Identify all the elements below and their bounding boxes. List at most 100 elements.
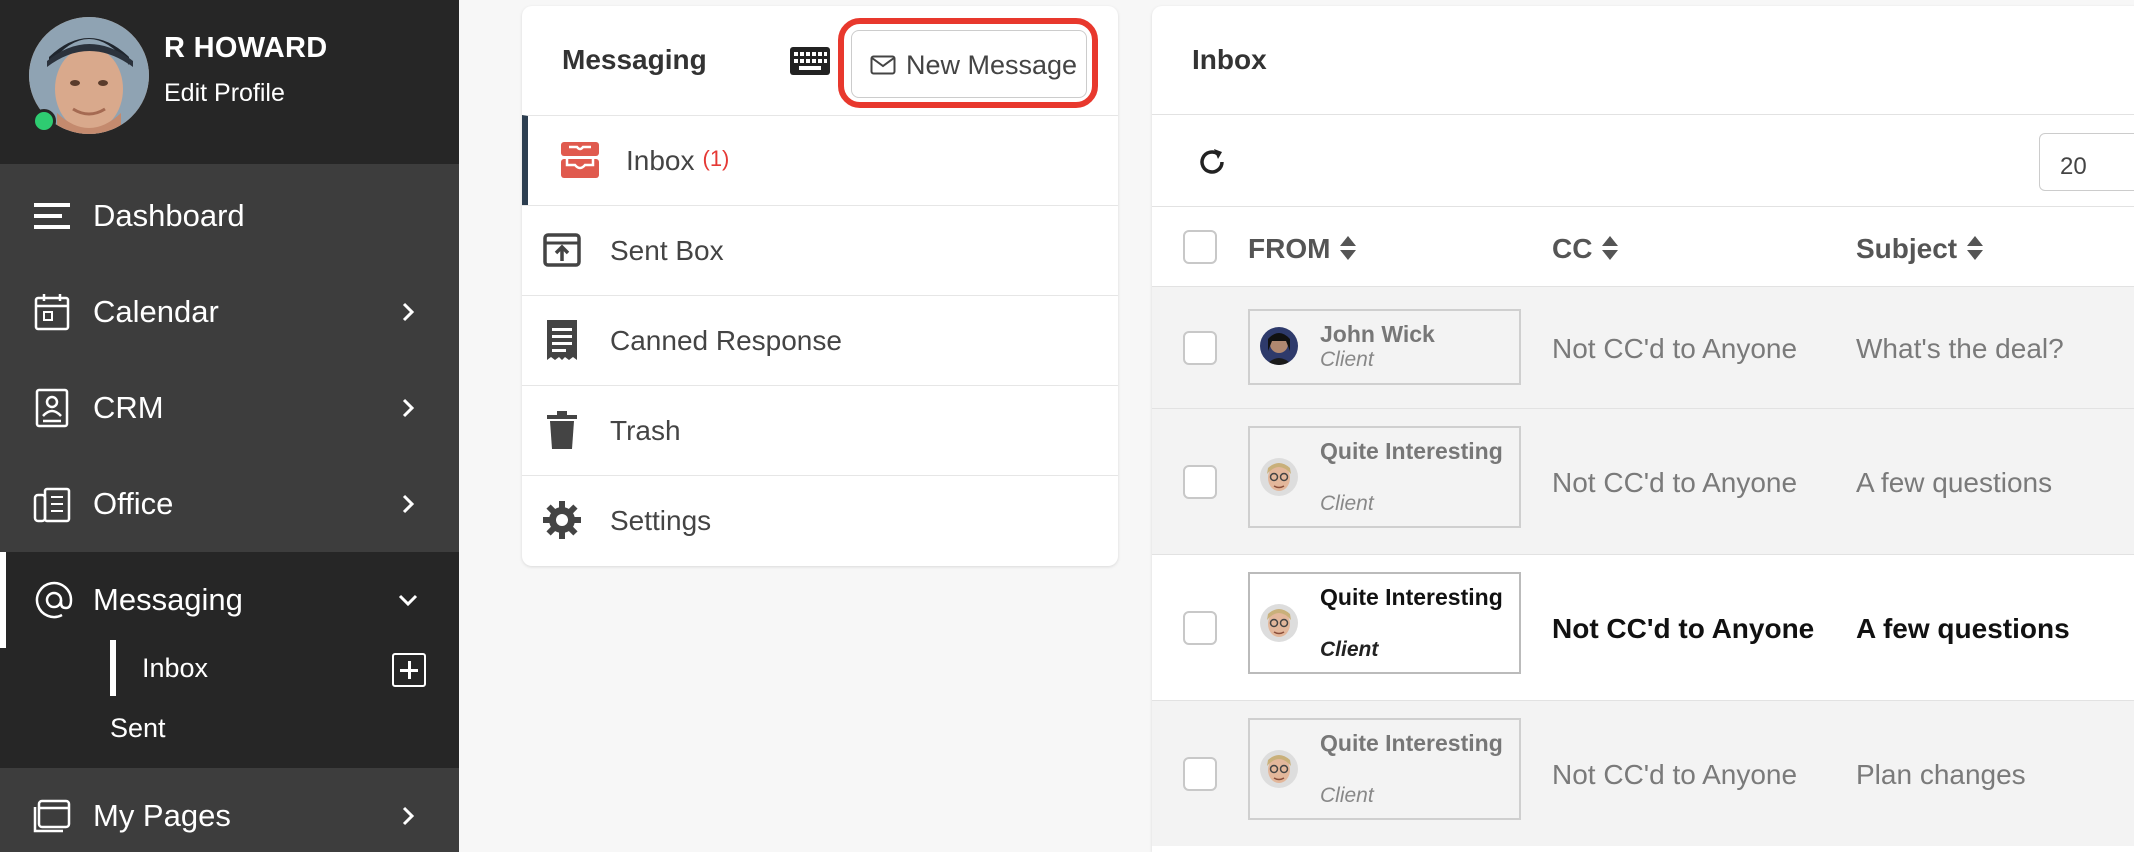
unread-count-badge: (1) <box>702 146 730 171</box>
nav-calendar[interactable]: Calendar <box>0 264 459 360</box>
nav-office-label: Office <box>93 486 174 521</box>
sort-icon <box>1340 236 1357 262</box>
add-icon[interactable] <box>392 653 426 687</box>
cc-cell: Not CC'd to Anyone <box>1552 613 1815 644</box>
sender-name: Quite Interesting <box>1320 730 1503 756</box>
folder-trash-label: Trash <box>610 415 681 446</box>
column-subject[interactable]: Subject <box>1856 233 1984 265</box>
row-checkbox[interactable] <box>1183 757 1217 791</box>
profile-header: R HOWARD Edit Profile <box>0 0 459 164</box>
nav-my-pages-label: My Pages <box>93 798 231 833</box>
subject-cell: A few questions <box>1856 467 2053 498</box>
column-subject-label: Subject <box>1856 233 1958 264</box>
messaging-submenu <box>0 648 459 768</box>
folder-sent[interactable]: Sent Box <box>522 205 1118 295</box>
nav-crm[interactable]: CRM <box>0 360 459 456</box>
calendar-icon <box>32 292 72 332</box>
sender-card: Quite Interesting Client <box>1248 426 1521 528</box>
sidebar: R HOWARD Edit Profile Dashboard Calendar… <box>0 0 459 852</box>
sender-card: John Wick Client <box>1248 309 1521 385</box>
id-card-icon <box>32 388 72 428</box>
upload-box-icon <box>542 230 582 270</box>
nav-calendar-label: Calendar <box>93 294 219 329</box>
refresh-icon[interactable] <box>1196 146 1228 183</box>
chevron-right-icon <box>397 301 419 323</box>
folder-trash[interactable]: Trash <box>522 385 1118 475</box>
column-cc-label: CC <box>1552 233 1593 264</box>
folder-canned-label: Canned Response <box>610 325 842 356</box>
edit-profile-link[interactable]: Edit Profile <box>164 79 285 108</box>
inbox-label-text: Inbox <box>626 145 695 176</box>
folder-settings-label: Settings <box>610 505 712 536</box>
folder-canned[interactable]: Canned Response <box>522 295 1118 385</box>
page-size-select[interactable]: 20 <box>2039 133 2134 191</box>
fax-icon <box>32 484 72 524</box>
nav-messaging-label: Messaging <box>93 582 243 617</box>
sender-name: Quite Interesting <box>1320 584 1503 610</box>
submenu-sent[interactable]: Sent <box>110 713 166 744</box>
active-indicator <box>110 640 116 696</box>
sort-icon <box>1967 236 1984 262</box>
menu-lines-icon <box>32 196 72 236</box>
profile-name: R HOWARD <box>164 32 328 64</box>
nav-messaging[interactable]: Messaging <box>0 552 459 648</box>
select-all-checkbox[interactable] <box>1183 230 1217 264</box>
receipt-icon <box>542 320 582 360</box>
sender-name: Quite Interesting <box>1320 438 1503 464</box>
folder-inbox[interactable]: Inbox (1) <box>522 115 1118 205</box>
nav-my-pages[interactable]: My Pages <box>0 768 459 852</box>
online-status-dot <box>32 109 56 133</box>
inbox-title: Inbox <box>1192 44 1267 75</box>
sender-role: Client <box>1320 784 1374 807</box>
inbox-panel: Inbox 20 FROM CC Subject John Wick Clien… <box>1152 6 2134 852</box>
column-cc[interactable]: CC <box>1552 233 1619 265</box>
submenu-inbox[interactable]: Inbox <box>142 653 208 684</box>
sender-card: Quite Interesting Client <box>1248 572 1521 674</box>
folder-sent-label: Sent Box <box>610 235 724 266</box>
sender-avatar <box>1260 327 1298 365</box>
new-message-button[interactable]: New Message <box>851 30 1087 98</box>
nav-dashboard-label: Dashboard <box>93 198 245 233</box>
table-row[interactable]: John Wick Client Not CC'd to Anyone What… <box>1152 286 2134 408</box>
sender-avatar <box>1260 750 1298 788</box>
sender-avatar <box>1260 458 1298 496</box>
row-checkbox[interactable] <box>1183 465 1217 499</box>
chevron-down-icon <box>397 589 419 611</box>
sender-name: John Wick <box>1320 321 1435 347</box>
sender-avatar <box>1260 604 1298 642</box>
subject-cell: What's the deal? <box>1856 333 2064 364</box>
trash-icon <box>542 410 582 450</box>
sender-role: Client <box>1320 348 1374 371</box>
table-row[interactable]: Quite Interesting Client Not CC'd to Any… <box>1152 554 2134 700</box>
row-checkbox[interactable] <box>1183 331 1217 365</box>
subject-cell: Plan changes <box>1856 759 2026 790</box>
browser-window-icon <box>32 796 72 836</box>
row-checkbox[interactable] <box>1183 611 1217 645</box>
subject-cell: A few questions <box>1856 613 2070 644</box>
cc-cell: Not CC'd to Anyone <box>1552 759 1798 790</box>
cc-cell: Not CC'd to Anyone <box>1552 467 1798 498</box>
column-from-label: FROM <box>1248 233 1331 264</box>
sender-role: Client <box>1320 638 1379 661</box>
folder-settings[interactable]: Settings <box>522 475 1118 565</box>
column-from[interactable]: FROM <box>1248 233 1357 265</box>
cc-cell: Not CC'd to Anyone <box>1552 333 1798 364</box>
folder-inbox-label: Inbox (1) <box>626 145 729 177</box>
table-row[interactable]: Quite Interesting Client Not CC'd to Any… <box>1152 408 2134 554</box>
table-row[interactable]: Quite Interesting Client Not CC'd to Any… <box>1152 700 2134 846</box>
chevron-right-icon <box>397 397 419 419</box>
nav-dashboard[interactable]: Dashboard <box>0 168 459 264</box>
gear-icon <box>542 500 582 540</box>
sender-card: Quite Interesting Client <box>1248 718 1521 820</box>
inbox-tray-icon <box>560 140 600 180</box>
sender-role: Client <box>1320 492 1374 515</box>
new-message-label: New Message <box>906 50 1078 80</box>
nav-office[interactable]: Office <box>0 456 459 552</box>
table-header: FROM CC Subject <box>1152 206 2134 286</box>
divider <box>1152 114 2134 115</box>
messaging-title: Messaging <box>562 44 707 75</box>
chevron-right-icon <box>397 805 419 827</box>
keyboard-icon[interactable] <box>790 47 830 80</box>
at-sign-icon <box>34 580 74 620</box>
messaging-panel: Messaging New Message Inbox (1) Sent Box … <box>522 6 1118 566</box>
